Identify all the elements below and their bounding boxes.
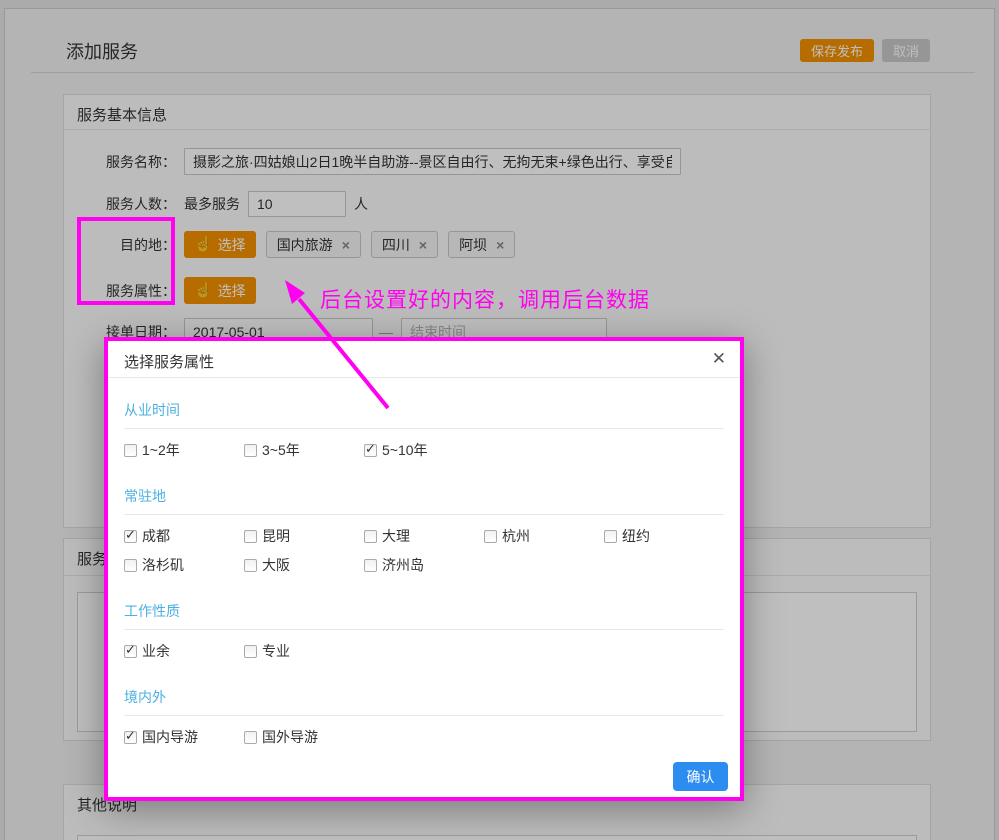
confirm-button[interactable]: 确认 (673, 762, 728, 791)
group-divider (124, 514, 724, 515)
checkbox-label: 大理 (382, 526, 410, 546)
checkbox-label: 洛杉矶 (142, 555, 184, 575)
checkbox-option[interactable]: 杭州 (484, 528, 604, 544)
checkbox-icon (364, 444, 377, 457)
checkbox-option[interactable]: 济州岛 (364, 557, 484, 573)
checkbox-group-work-type: 业余 专业 (124, 643, 724, 659)
checkbox-option[interactable]: 3~5年 (244, 442, 364, 458)
checkbox-icon (364, 559, 377, 572)
checkbox-icon (244, 444, 257, 457)
checkbox-label: 杭州 (502, 526, 530, 546)
checkbox-option[interactable]: 洛杉矶 (124, 557, 244, 573)
checkbox-label: 济州岛 (382, 555, 424, 575)
checkbox-option[interactable]: 大理 (364, 528, 484, 544)
checkbox-label: 成都 (142, 526, 170, 546)
group-label-domestic-abroad: 境内外 (124, 687, 724, 707)
group-label-experience: 从业时间 (124, 400, 724, 420)
checkbox-label: 国外导游 (262, 727, 318, 747)
checkbox-option[interactable]: 业余 (124, 643, 244, 659)
checkbox-label: 专业 (262, 641, 290, 661)
checkbox-label: 1~2年 (142, 440, 180, 460)
modal-header: 选择服务属性 ✕ (108, 341, 740, 378)
checkbox-icon (244, 645, 257, 658)
checkbox-icon (244, 559, 257, 572)
checkbox-option[interactable]: 国外导游 (244, 729, 364, 745)
group-divider (124, 715, 724, 716)
checkbox-icon (604, 530, 617, 543)
checkbox-icon (124, 559, 137, 572)
checkbox-label: 3~5年 (262, 440, 300, 460)
checkbox-option[interactable]: 纽约 (604, 528, 724, 544)
checkbox-option[interactable]: 成都 (124, 528, 244, 544)
checkbox-icon (364, 530, 377, 543)
checkbox-group-residence: 成都 昆明 大理 杭州 纽约 (124, 528, 724, 573)
page-root: 添加服务 保存发布 取消 服务基本信息 服务名称： 服务人数： 最多服务 人 目… (0, 0, 999, 840)
modal-title: 选择服务属性 (124, 351, 214, 372)
attribute-select-modal: 选择服务属性 ✕ 从业时间 1~2年 3~5年 5~10年 常驻 (104, 337, 744, 801)
checkbox-icon (124, 731, 137, 744)
checkbox-icon (124, 530, 137, 543)
checkbox-icon (244, 731, 257, 744)
checkbox-option[interactable]: 1~2年 (124, 442, 244, 458)
close-icon[interactable]: ✕ (712, 349, 726, 369)
checkbox-label: 大阪 (262, 555, 290, 575)
checkbox-icon (124, 444, 137, 457)
checkbox-group-domestic-abroad: 国内导游 国外导游 (124, 729, 724, 745)
group-label-residence: 常驻地 (124, 486, 724, 506)
checkbox-label: 国内导游 (142, 727, 198, 747)
checkbox-option[interactable]: 专业 (244, 643, 364, 659)
checkbox-label: 昆明 (262, 526, 290, 546)
checkbox-option[interactable]: 昆明 (244, 528, 364, 544)
checkbox-group-experience: 1~2年 3~5年 5~10年 (124, 442, 724, 458)
checkbox-icon (124, 645, 137, 658)
checkbox-option[interactable]: 5~10年 (364, 442, 484, 458)
checkbox-label: 5~10年 (382, 440, 428, 460)
modal-body: 从业时间 1~2年 3~5年 5~10年 常驻地 (108, 400, 740, 745)
group-divider (124, 629, 724, 630)
checkbox-option[interactable]: 大阪 (244, 557, 364, 573)
checkbox-label: 业余 (142, 641, 170, 661)
checkbox-icon (244, 530, 257, 543)
checkbox-label: 纽约 (622, 526, 650, 546)
group-divider (124, 428, 724, 429)
checkbox-option[interactable]: 国内导游 (124, 729, 244, 745)
group-label-work-type: 工作性质 (124, 601, 724, 621)
annotation-note: 后台设置好的内容，调用后台数据 (320, 284, 650, 314)
checkbox-icon (484, 530, 497, 543)
